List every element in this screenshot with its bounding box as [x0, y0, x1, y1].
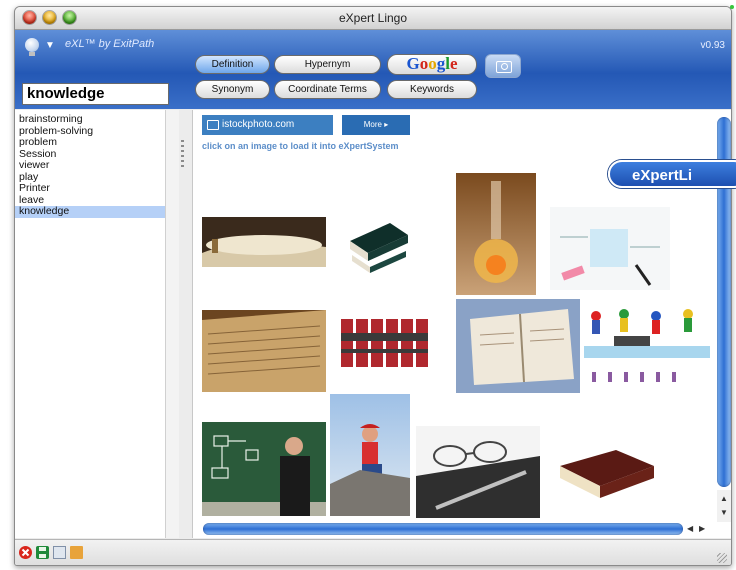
- istockphoto-banner[interactable]: istockphoto.com: [202, 115, 333, 135]
- horizontal-scrollbar-thumb[interactable]: [203, 523, 683, 535]
- camera-lens-icon: [501, 63, 508, 70]
- image-thumbnail-diagram[interactable]: [550, 207, 670, 290]
- image-thumbnail-books-stack[interactable]: [342, 213, 412, 278]
- lightbulb-icon[interactable]: [25, 38, 39, 52]
- image-thumbnail-boy-on-rock[interactable]: [330, 394, 410, 516]
- scroll-right-arrow-icon[interactable]: ▶: [699, 524, 705, 533]
- image-thumbnail-game-pieces[interactable]: [584, 298, 710, 390]
- keywords-button[interactable]: Keywords: [387, 80, 477, 99]
- splitter-handle[interactable]: [181, 140, 184, 168]
- istockphoto-label: istockphoto.com: [222, 119, 295, 130]
- image-thumbnail-book-spines[interactable]: [339, 313, 433, 373]
- image-thumbnail-flask[interactable]: [456, 173, 536, 295]
- search-input[interactable]: knowledge: [22, 83, 169, 105]
- toolbar: ▼ eXL™ by ExitPath v0.93 Definition Hype…: [15, 30, 731, 109]
- list-item-selected[interactable]: knowledge: [15, 205, 178, 218]
- image-thumbnail-chalkboard[interactable]: [202, 422, 326, 516]
- status-dot: [730, 5, 734, 9]
- window-title: eXpert Lingo: [338, 11, 408, 25]
- vertical-scrollbar-track[interactable]: ▲ ▼: [717, 490, 731, 522]
- definition-button[interactable]: Definition: [195, 55, 270, 74]
- list-item[interactable]: brainstorming: [15, 113, 178, 126]
- results-list: brainstorming problem-solving problem Se…: [15, 110, 179, 538]
- list-item[interactable]: viewer: [15, 159, 178, 172]
- camera-icon: [207, 120, 219, 130]
- lightbulb-base-icon: [29, 52, 35, 56]
- image-thumbnail-open-book[interactable]: [202, 310, 326, 392]
- scroll-up-arrow-icon[interactable]: ▲: [720, 494, 728, 503]
- resize-grip[interactable]: [717, 553, 727, 563]
- synonym-button[interactable]: Synonym: [195, 80, 270, 99]
- title-bar[interactable]: eXpert Lingo: [15, 7, 731, 30]
- scroll-left-arrow-icon[interactable]: ◀: [687, 524, 693, 533]
- document-icon[interactable]: [53, 546, 66, 559]
- instruction-text: click on an image to load it into eXpert…: [202, 141, 399, 151]
- results-list-items: brainstorming problem-solving problem Se…: [15, 110, 178, 218]
- save-icon[interactable]: [36, 546, 49, 559]
- image-thumbnail-glasses-pen[interactable]: [416, 426, 540, 518]
- scroll-down-arrow-icon[interactable]: ▼: [720, 508, 728, 517]
- image-thumbnail-scroll[interactable]: [202, 217, 326, 267]
- chevron-down-icon[interactable]: ▼: [45, 40, 55, 51]
- folder-icon[interactable]: [70, 546, 83, 559]
- status-bar: [15, 539, 731, 565]
- image-thumbnail-red-book[interactable]: [550, 436, 660, 514]
- list-item[interactable]: Printer: [15, 182, 178, 195]
- camera-button[interactable]: [485, 54, 521, 78]
- image-thumbnail-notebook[interactable]: [456, 299, 580, 393]
- sidebar-scrollbar[interactable]: [165, 110, 179, 538]
- brand-label: eXL™ by ExitPath: [65, 38, 155, 50]
- coordinate-terms-button[interactable]: Coordinate Terms: [274, 80, 381, 99]
- hypernym-button[interactable]: Hypernym: [274, 55, 381, 74]
- list-item[interactable]: problem: [15, 136, 178, 149]
- delete-icon[interactable]: [19, 546, 32, 559]
- expertlingo-floating-button[interactable]: eXpertLi: [608, 160, 736, 188]
- more-button[interactable]: More ▸: [342, 115, 410, 135]
- google-button[interactable]: Google: [387, 54, 477, 75]
- version-label: v0.93: [700, 40, 725, 51]
- app-window: eXpert Lingo ▼ eXL™ by ExitPath v0.93 De…: [14, 6, 732, 566]
